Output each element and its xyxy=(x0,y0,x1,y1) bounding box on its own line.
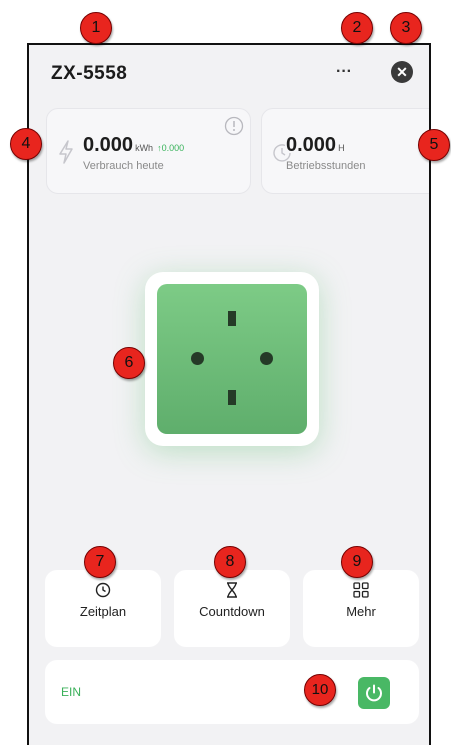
hourglass-icon xyxy=(227,582,237,598)
device-title: ZX-5558 xyxy=(51,63,128,84)
app-frame: ZX-5558 ··· ✕ 0.000 kWh ↑0.000 Verbrauch h… xyxy=(27,43,431,745)
callout-1: 1 xyxy=(80,12,112,44)
power-card: EIN xyxy=(45,660,419,724)
countdown-button[interactable]: Countdown xyxy=(174,570,290,647)
power-state-label: EIN xyxy=(61,685,82,699)
hours-value: 0.000 xyxy=(286,134,337,156)
socket-face xyxy=(157,284,307,434)
callout-5: 5 xyxy=(418,129,450,161)
power-icon xyxy=(366,684,382,702)
energy-value: 0.000 xyxy=(83,134,134,156)
socket-visual[interactable] xyxy=(145,272,319,446)
energy-unit: kWh xyxy=(135,143,154,153)
countdown-label: Countdown xyxy=(199,604,265,619)
clock-icon xyxy=(95,582,111,598)
info-icon[interactable] xyxy=(224,116,244,136)
more-label: Mehr xyxy=(346,604,376,619)
callout-7: 7 xyxy=(84,546,116,578)
schedule-button[interactable]: Zeitplan xyxy=(45,570,161,647)
callout-3: 3 xyxy=(390,12,422,44)
energy-delta: ↑0.000 xyxy=(157,143,185,153)
callout-9: 9 xyxy=(341,546,373,578)
more-options-button[interactable]: ··· xyxy=(336,63,352,81)
grid-icon xyxy=(353,582,369,598)
power-toggle-button[interactable] xyxy=(358,677,390,709)
energy-label: Verbrauch heute xyxy=(83,160,164,172)
energy-card[interactable]: 0.000 kWh ↑0.000 Verbrauch heute xyxy=(46,108,251,194)
more-button[interactable]: Mehr xyxy=(303,570,419,647)
socket-hole-left xyxy=(191,352,204,365)
schedule-label: Zeitplan xyxy=(79,604,127,619)
callout-6: 6 xyxy=(113,347,145,379)
callout-2: 2 xyxy=(341,12,373,44)
hours-label: Betriebsstunden xyxy=(286,160,366,172)
close-button[interactable]: ✕ xyxy=(391,61,413,83)
socket-slot-top xyxy=(228,311,236,326)
hours-card[interactable]: 0.000 H Betriebsstunden xyxy=(261,108,429,194)
lightning-icon xyxy=(59,140,73,164)
callout-10: 10 xyxy=(304,674,336,706)
hours-unit: H xyxy=(338,143,345,153)
callout-4: 4 xyxy=(10,128,42,160)
socket-slot-bottom xyxy=(228,390,236,405)
callout-8: 8 xyxy=(214,546,246,578)
socket-hole-right xyxy=(260,352,273,365)
